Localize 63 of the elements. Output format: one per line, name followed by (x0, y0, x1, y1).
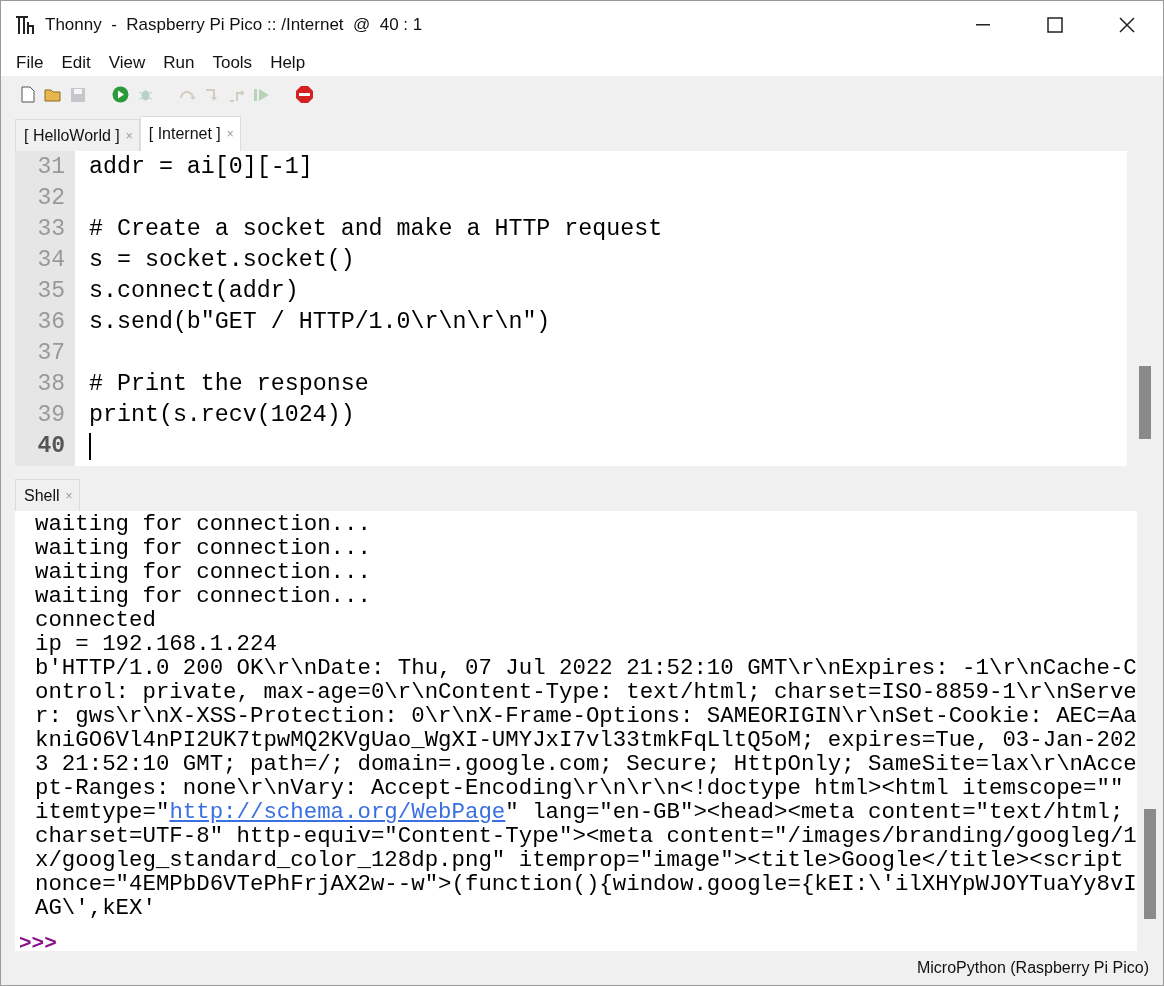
shell-panel[interactable] (15, 511, 1163, 951)
shell-output-line: waiting for connection... (35, 584, 372, 608)
menu-item[interactable]: Run (154, 52, 204, 73)
shell-output-line: connected (35, 608, 157, 632)
stop-button[interactable] (294, 84, 315, 105)
shell-output-line: itemtype="http://schema.org/WebPage" lang="en-GB"><head><meta content="text/html; (35, 800, 1125, 824)
menu-item[interactable]: View (99, 52, 155, 73)
line-number: 35 (36, 277, 66, 306)
shell-output-line: kniGO6Vl4nPI2UK7tpwMQ2KVgUao_WgXI-UMYJxI7vl33tmkFqLltQ5oM; expires=Tue, 03-Jan-202 (35, 728, 1137, 752)
new-file-icon (20, 86, 35, 103)
tab-label: Shell (24, 486, 60, 505)
menu-item[interactable]: File (7, 52, 53, 73)
resume-icon (252, 86, 271, 103)
shell-output-line: nonce="4EMPbD6VTePhFrjAX2w--w">(function(){window.google={kEI:\'ilXHYpWJOYTuaYy8vI (35, 872, 1137, 896)
code-line: # Create a socket and make a HTTP request (89, 215, 664, 244)
run-button[interactable] (110, 84, 131, 105)
line-number: 39 (36, 401, 66, 430)
code-line: s.connect(addr) (89, 277, 300, 306)
shell-output-line: charset=UTF-8" http-equiv="Content-Type"><meta content="/images/branding/googleg/1 (35, 824, 1137, 848)
editor-tab[interactable]: [ Internet ] × (139, 116, 241, 151)
code-line: print(s.recv(1024)) (89, 401, 356, 430)
tab-label: [ HelloWorld ] (24, 126, 120, 145)
maximize-icon (1047, 17, 1063, 33)
line-number: 38 (36, 370, 66, 399)
line-number: 31 (36, 153, 66, 182)
minimize-icon (976, 24, 990, 26)
code-line: # Print the response (89, 370, 370, 399)
shell-output-line: waiting for connection... (35, 560, 372, 584)
shell-output-line: b'HTTP/1.0 200 OK\r\nDate: Thu, 07 Jul 2022 21:52:10 GMT\r\nExpires: -1\r\nCache-C (35, 656, 1137, 680)
folder-icon (43, 87, 62, 102)
shell-output-line: AG\',kEX' (35, 896, 157, 920)
interpreter-status[interactable]: MicroPython (Raspberry Pi Pico) (916, 959, 1149, 977)
line-number: 37 (36, 339, 66, 368)
shell-output-line: pt-Ranges: none\r\nVary: Accept-Encoding\r\n\r\n<!doctype html><html itemscope="" (35, 776, 1125, 800)
shell-prompt: >>> (19, 932, 58, 956)
shell-output-line: x/googleg_standard_color_128dp.png" itemprop="image"><title>Google</title><script (35, 848, 1125, 872)
line-number: 33 (36, 215, 66, 244)
menu-item[interactable]: Edit (52, 52, 100, 73)
line-number: 32 (36, 184, 66, 213)
menu-item[interactable]: Help (261, 52, 315, 73)
shell-output-line: ontrol: private, max-age=0\r\nContent-Type: text/html; charset=ISO-8859-1\r\nServe (35, 680, 1137, 704)
line-number: 36 (36, 308, 66, 337)
tab-label: [ Internet ] (148, 125, 221, 143)
shell-output-line: waiting for connection... (35, 536, 372, 560)
menu-item[interactable]: Tools (203, 52, 262, 73)
shell-output-line: ip = 192.168.1.224 (35, 632, 278, 656)
shell-output-line: waiting for connection... (35, 512, 372, 536)
code-line: s = socket.socket() (89, 246, 356, 275)
code-editor[interactable]: 31 32 33 34 35 36 37 38 39 40 addr = ai[0][-1] # Create a socket and make a HTTP request s = socket.socket() s.connect(addr) s.send(b"GET / HTTP/1.0\r\n\r\n") # Print the response print(s.recv(1024)) (15, 151, 1163, 466)
line-number: 34 (36, 246, 66, 275)
app-logo-icon (15, 15, 37, 35)
code-line: addr = ai[0][-1] (89, 153, 314, 182)
window-title: Thonny - Raspberry Pi Pico :: /Internet @ 40 : 1 (45, 15, 423, 35)
shell-tab[interactable]: Shell × (15, 479, 80, 511)
url-link[interactable]: http://schema.org/WebPage (169, 799, 506, 825)
editor-tab[interactable]: [ HelloWorld ] × (15, 119, 140, 151)
stop-sign-icon (295, 85, 314, 104)
shell-output-line: 3 21:52:10 GMT; path=/; domain=.google.com; Secure; HttpOnly; SameSite=lax\r\nAcce (35, 752, 1137, 776)
close-icon (1119, 17, 1135, 33)
code-line: s.send(b"GET / HTTP/1.0\r\n\r\n") (89, 308, 552, 337)
shell-output-line: r: gws\r\nX-XSS-Protection: 0\r\nX-Frame-Options: SAMEORIGIN\r\nSet-Cookie: AEC=Aa (35, 704, 1137, 728)
line-number: 40 (36, 432, 66, 461)
play-icon (112, 86, 129, 103)
